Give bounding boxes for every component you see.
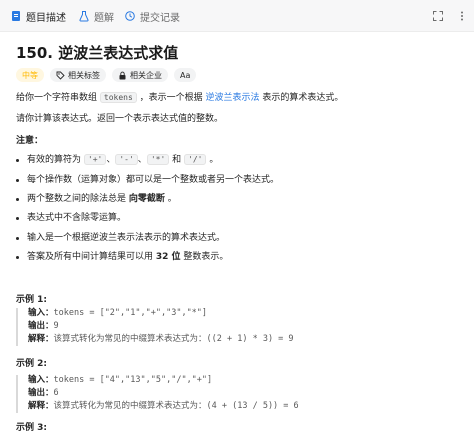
description-text: 表示的算术表达式。 bbox=[259, 93, 344, 103]
tab-solutions[interactable]: 题解 bbox=[78, 0, 114, 32]
note-text: 有效的算符为 bbox=[27, 155, 84, 165]
explanation-text: 该算式转化为常见的中缀算术表达式为： bbox=[53, 334, 207, 344]
example-2-input: 输入：tokens = ["4","13","5","/","+"] bbox=[28, 375, 212, 386]
tab-description-label: 题目描述 bbox=[26, 12, 66, 24]
explanation-expression: (4 + (13 / 5)) = 6 bbox=[206, 401, 299, 411]
example-1-title: 示例 1: bbox=[16, 295, 47, 305]
explanation-label: 解释： bbox=[28, 401, 54, 411]
example-1-input: 输入：tokens = ["2","1","+","3","*"] bbox=[28, 308, 207, 319]
note-text: 两个整数之间的除法总是 bbox=[27, 194, 129, 204]
font-size-button[interactable]: Aa bbox=[174, 68, 197, 82]
inline-code: '/' bbox=[184, 154, 207, 165]
example-1-explanation: 解释：该算式转化为常见的中缀算术表达式为：((2 + 1) * 3) = 9 bbox=[28, 334, 294, 345]
note-item-6: 答案及所有中间计算结果可以用 32 位 整数表示。 bbox=[27, 251, 228, 263]
input-label: 输入： bbox=[28, 308, 54, 318]
note-emphasis: 向零截断 bbox=[128, 194, 165, 204]
explanation-text: 该算式转化为常见的中缀算术表达式为： bbox=[53, 401, 207, 411]
example-1-output: 输出：9 bbox=[28, 321, 59, 332]
description-line-1: 给你一个字符串数组 tokens ，表示一个根据 逆波兰表示法 表示的算术表达式… bbox=[16, 92, 343, 104]
input-value: tokens = ["4","13","5","/","+"] bbox=[53, 375, 213, 385]
bullet bbox=[16, 237, 19, 240]
note-item-2: 每个操作数（运算对象）都可以是一个整数或者另一个表达式。 bbox=[27, 175, 280, 185]
related-companies-label: 相关企业 bbox=[130, 70, 162, 80]
tab-submissions-label: 提交记录 bbox=[140, 12, 180, 24]
inline-code: tokens bbox=[99, 92, 137, 103]
flask-icon bbox=[78, 10, 90, 22]
document-icon bbox=[10, 10, 22, 22]
tab-description[interactable]: 题目描述 bbox=[10, 0, 66, 32]
inline-code: '-' bbox=[115, 154, 138, 165]
note-item-1: 有效的算符为 '+'、 '-'、 '*' 和 '/' 。 bbox=[27, 154, 218, 166]
note-text: 、 bbox=[106, 155, 116, 165]
note-text: 和 bbox=[169, 155, 184, 165]
more-icon[interactable] bbox=[456, 10, 468, 22]
explanation-expression: ((2 + 1) * 3) = 9 bbox=[206, 334, 294, 344]
related-companies-button[interactable]: 相关企业 bbox=[112, 68, 168, 82]
tag-row: 中等 相关标签 相关企业 Aa bbox=[16, 68, 197, 82]
note-text: 。 bbox=[206, 155, 219, 165]
bullet bbox=[16, 179, 19, 182]
example-3-title: 示例 3: bbox=[16, 423, 47, 433]
problem-title: 150. 逆波兰表达式求值 bbox=[16, 44, 179, 62]
tab-submissions[interactable]: 提交记录 bbox=[124, 0, 180, 32]
tab-solutions-label: 题解 bbox=[94, 12, 114, 24]
tab-bar: 题目描述 题解 提交记录 bbox=[0, 0, 474, 32]
output-value: 9 bbox=[53, 321, 59, 331]
example-2-explanation: 解释：该算式转化为常见的中缀算术表达式为：(4 + (13 / 5)) = 6 bbox=[28, 401, 299, 412]
related-tags-label: 相关标签 bbox=[68, 70, 100, 80]
inline-code: '+' bbox=[83, 154, 107, 165]
note-text: 整数表示。 bbox=[180, 252, 229, 262]
bullet bbox=[16, 217, 19, 220]
output-label: 输出： bbox=[28, 388, 54, 398]
note-text: 答案及所有中间计算结果可以用 bbox=[27, 252, 156, 262]
note-emphasis: 32 位 bbox=[155, 252, 181, 262]
output-value: 6 bbox=[53, 388, 59, 398]
history-icon bbox=[124, 10, 136, 22]
bullet bbox=[16, 159, 19, 162]
example-2-title: 示例 2: bbox=[16, 359, 47, 369]
example-2-output: 输出：6 bbox=[28, 388, 59, 399]
inline-code: '*' bbox=[146, 154, 170, 165]
description-text: ，表示一个根据 bbox=[136, 93, 206, 103]
note-item-3: 两个整数之间的除法总是 向零截断 。 bbox=[27, 193, 177, 205]
note-title: 注意： bbox=[16, 136, 44, 146]
lock-icon bbox=[118, 71, 127, 80]
note-item-4: 表达式中不含除零运算。 bbox=[27, 213, 127, 223]
bullet bbox=[16, 256, 19, 259]
input-value: tokens = ["2","1","+","3","*"] bbox=[53, 308, 208, 318]
tag-icon bbox=[56, 71, 65, 80]
expand-icon[interactable] bbox=[432, 10, 444, 22]
bullet bbox=[16, 198, 19, 201]
note-text: 、 bbox=[137, 155, 147, 165]
output-label: 输出： bbox=[28, 321, 54, 331]
note-item-5: 输入是一个根据逆波兰表示法表示的算术表达式。 bbox=[27, 233, 226, 243]
note-text: 。 bbox=[164, 194, 177, 204]
explanation-label: 解释： bbox=[28, 334, 54, 344]
difficulty-badge: 中等 bbox=[16, 68, 44, 82]
rpn-link[interactable]: 逆波兰表示法 bbox=[206, 93, 260, 103]
description-line-2: 请你计算该表达式。返回一个表示表达式值的整数。 bbox=[16, 114, 224, 124]
input-label: 输入： bbox=[28, 375, 54, 385]
example-2-block: 输入：tokens = ["4","13","5","/","+"] 输出：6 … bbox=[16, 375, 462, 413]
example-1-block: 输入：tokens = ["2","1","+","3","*"] 输出：9 解… bbox=[16, 308, 462, 346]
related-tags-button[interactable]: 相关标签 bbox=[50, 68, 106, 82]
scrollbar[interactable] bbox=[468, 36, 472, 432]
description-text: 给你一个字符串数组 bbox=[16, 93, 100, 103]
